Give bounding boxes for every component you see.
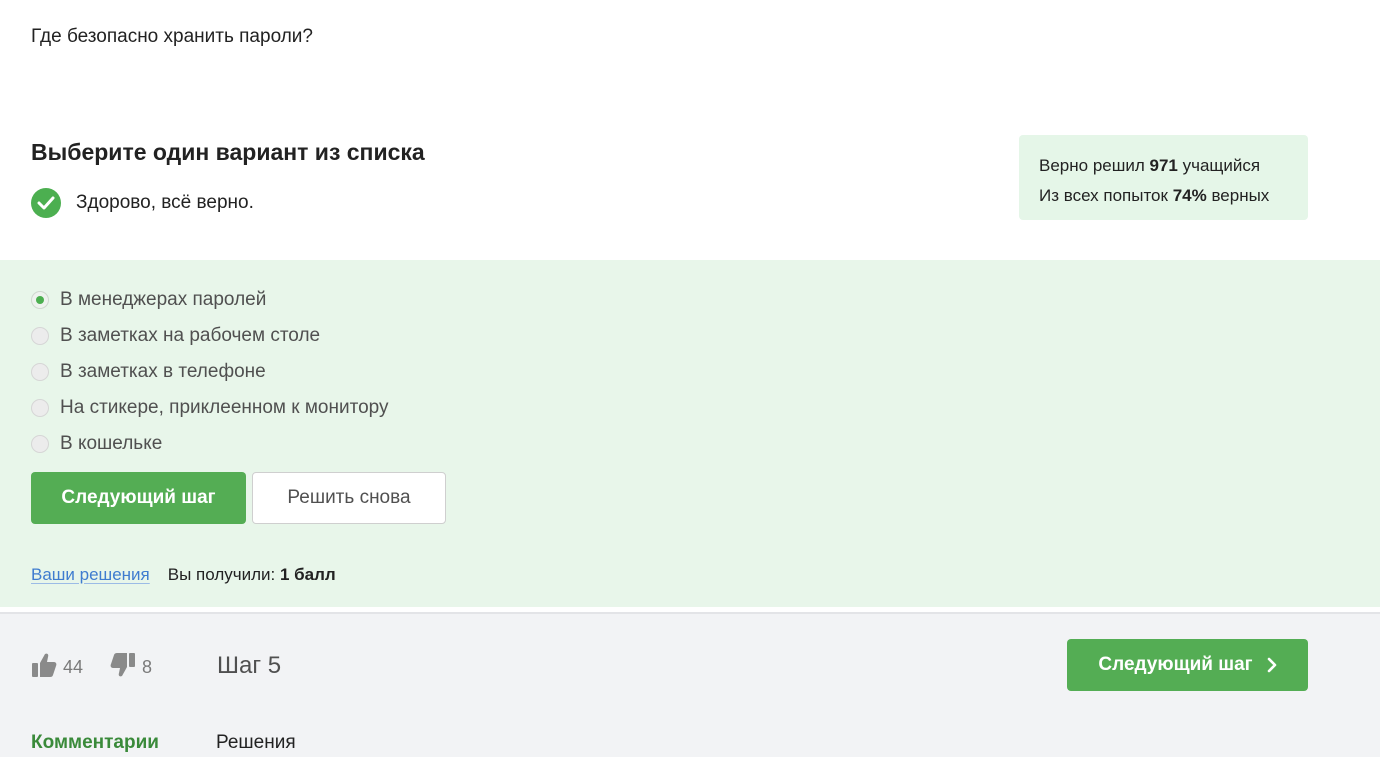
like-button[interactable]: 44 bbox=[31, 652, 83, 683]
score-label: Вы получили: bbox=[167, 565, 280, 584]
option-item[interactable]: В заметках на рабочем столе bbox=[31, 318, 389, 354]
next-step-footer-button[interactable]: Следующий шаг bbox=[1067, 639, 1308, 691]
step-label: Шаг 5 bbox=[217, 652, 282, 679]
option-item[interactable]: На стикере, приклеенном к монитору bbox=[31, 390, 389, 426]
stats-solved-count: 971 bbox=[1149, 156, 1178, 175]
retry-button[interactable]: Решить снова bbox=[252, 472, 446, 524]
your-solutions-link[interactable]: Ваши решения bbox=[31, 565, 150, 585]
thumbs-down-icon bbox=[110, 652, 136, 683]
thumbs-up-icon bbox=[31, 652, 57, 683]
stats-panel: Верно решил 971 учащийся Из всех попыток… bbox=[1019, 135, 1308, 220]
dislike-count: 8 bbox=[142, 657, 153, 677]
radio-button[interactable] bbox=[31, 327, 49, 345]
option-item[interactable]: В кошельке bbox=[31, 426, 389, 462]
like-count: 44 bbox=[63, 657, 84, 677]
tab-solutions[interactable]: Решения bbox=[216, 732, 296, 754]
radio-button[interactable] bbox=[31, 435, 49, 453]
dislike-button[interactable]: 8 bbox=[110, 652, 152, 683]
option-label: В заметках в телефоне bbox=[60, 361, 266, 382]
stats-attempts-prefix: Из всех попыток bbox=[1039, 186, 1173, 205]
next-step-footer-label: Следующий шаг bbox=[1098, 654, 1253, 675]
answers-area: В менеджерах паролей В заметках на рабоч… bbox=[0, 260, 1380, 607]
stats-attempts: Из всех попыток 74% верных bbox=[1039, 181, 1288, 211]
feedback-message: Здорово, всё верно. bbox=[31, 188, 254, 218]
option-label: В менеджерах паролей bbox=[60, 289, 267, 310]
radio-dot-icon bbox=[36, 296, 44, 304]
score-value: 1 балл bbox=[279, 565, 336, 584]
stats-attempts-percent: 74% bbox=[1172, 186, 1207, 205]
option-item[interactable]: В менеджерах паролей bbox=[31, 282, 389, 318]
stats-solved-prefix: Верно решил bbox=[1039, 156, 1150, 175]
question-text: Где безопасно хранить пароли? bbox=[31, 26, 313, 47]
option-label: На стикере, приклеенном к монитору bbox=[60, 397, 389, 418]
option-item[interactable]: В заметках в телефоне bbox=[31, 354, 389, 390]
option-label: В заметках на рабочем столе bbox=[60, 325, 321, 346]
radio-button[interactable] bbox=[31, 399, 49, 417]
step-footer: 44 8 Шаг 5 Следующий шаг Комментарии Реш… bbox=[0, 614, 1380, 757]
options-list: В менеджерах паролей В заметках на рабоч… bbox=[31, 282, 389, 462]
next-step-button[interactable]: Следующий шаг bbox=[31, 472, 246, 524]
quiz-title: Выберите один вариант из списка bbox=[31, 139, 425, 165]
radio-button[interactable] bbox=[31, 363, 49, 381]
chevron-right-icon bbox=[1267, 657, 1277, 673]
score-text: Вы получили: 1 балл bbox=[168, 565, 336, 585]
check-circle-icon bbox=[31, 188, 61, 218]
result-line: Ваши решения Вы получили: 1 балл bbox=[31, 565, 336, 585]
tab-comments[interactable]: Комментарии bbox=[31, 732, 159, 754]
feedback-text: Здорово, всё верно. bbox=[76, 192, 254, 213]
radio-button-checked[interactable] bbox=[31, 291, 49, 309]
option-label: В кошельке bbox=[60, 433, 163, 454]
stats-attempts-suffix: верных bbox=[1206, 186, 1270, 205]
stats-solved-suffix: учащийся bbox=[1177, 156, 1261, 175]
stats-solved: Верно решил 971 учащийся bbox=[1039, 151, 1288, 181]
